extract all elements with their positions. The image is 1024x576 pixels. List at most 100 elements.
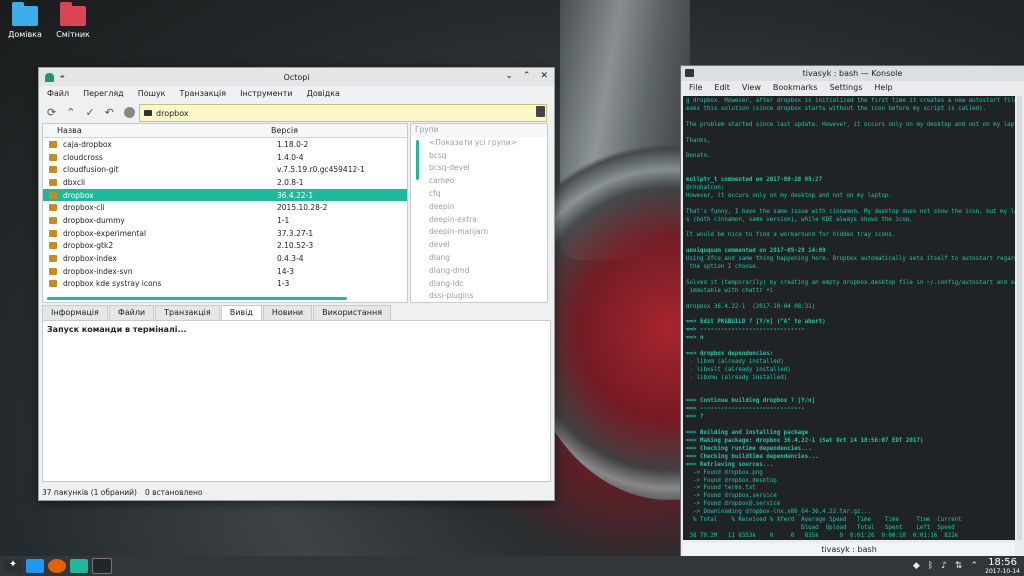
- tab-info[interactable]: Інформація: [42, 305, 108, 320]
- group-item[interactable]: <Показати усі групи>: [411, 137, 547, 150]
- group-item[interactable]: dssi-plugins: [411, 290, 547, 302]
- menu-transaction[interactable]: Транзакція: [180, 89, 227, 98]
- group-item[interactable]: deepin-manjaro: [411, 226, 547, 239]
- table-row[interactable]: dropbox-cli 2015.10.28-2: [43, 201, 407, 214]
- output-pane: Запуск команди в терміналі...: [42, 320, 551, 482]
- groups-scrollbar[interactable]: [416, 140, 419, 180]
- network-icon[interactable]: ⇅: [955, 561, 963, 571]
- terminal-output[interactable]: g dropbox. However, after dropbox is ini…: [683, 96, 1015, 540]
- menu-file[interactable]: Файл: [47, 89, 69, 98]
- menu-tools[interactable]: Інструменти: [240, 89, 293, 98]
- groups-list: Групи <Показати усі групи> bcsq bcsq-dev…: [410, 123, 548, 303]
- group-item[interactable]: deepin-extra: [411, 214, 547, 227]
- table-row[interactable]: dropbox-gtk2 2.10.52-3: [43, 240, 407, 253]
- konsole-titlebar[interactable]: tivasyk : bash — Konsole: [681, 66, 1024, 81]
- menu-file[interactable]: File: [689, 83, 702, 92]
- maximize-icon[interactable]: ⌃: [523, 71, 531, 81]
- terminal-line: ==> Checking buildtime dependencies...: [686, 453, 819, 460]
- terminal-line: 38 70.2M 11 8353k 0 0 835k 0 0:01:26 0:0…: [686, 532, 959, 539]
- octopi-task-icon[interactable]: [70, 559, 88, 573]
- horizontal-scrollbar[interactable]: [47, 297, 347, 300]
- table-row[interactable]: cloudfusion-git v.7.5.19.r0.gc459412-1: [43, 163, 407, 176]
- pin-icon[interactable]: ⌖: [60, 72, 65, 82]
- table-row-selected[interactable]: dropbox 36.4.22-1: [43, 188, 407, 202]
- terminal-line: ==> ------------------------------: [686, 406, 805, 413]
- table-row[interactable]: caja-dropbox 1.18.0-2: [43, 138, 407, 151]
- clock[interactable]: 18:56 2017-10-14: [985, 557, 1020, 575]
- table-row[interactable]: dbxcli 2.0.8-1: [43, 176, 407, 189]
- table-row[interactable]: dropbox-dummy 1-1: [43, 214, 407, 227]
- dolphin-icon[interactable]: [26, 559, 44, 573]
- konsole-task-icon[interactable]: [92, 558, 112, 574]
- clock-time: 18:56: [988, 557, 1017, 568]
- tab-usage[interactable]: Використання: [313, 305, 392, 320]
- menu-view[interactable]: View: [742, 83, 761, 92]
- package-list: Назва Версія caja-dropbox 1.18.0-2 cloudc…: [42, 123, 408, 303]
- group-item[interactable]: bcsq-devel: [411, 162, 547, 175]
- menu-bookmarks[interactable]: Bookmarks: [773, 83, 818, 92]
- menu-help[interactable]: Довідка: [307, 89, 340, 98]
- package-icon: [49, 229, 57, 237]
- status-packages: 37 пакунків (1 обраний): [42, 488, 137, 497]
- group-item[interactable]: dlang: [411, 252, 547, 265]
- terminal-line: immutable with chattr +i: [686, 287, 774, 294]
- terminal-line: Using Xfce and same thing happening here…: [686, 256, 1015, 263]
- group-item[interactable]: cameo: [411, 175, 547, 188]
- column-version[interactable]: Версія: [271, 126, 298, 135]
- tab-news[interactable]: Новини: [262, 305, 313, 320]
- menu-view[interactable]: Перегляд: [83, 89, 124, 98]
- package-icon: [49, 242, 57, 250]
- chevron-up-icon[interactable]: ⌃: [970, 561, 978, 571]
- group-item[interactable]: devel: [411, 239, 547, 252]
- group-item[interactable]: deepin: [411, 201, 547, 214]
- dropbox-tray-icon[interactable]: ◆: [913, 561, 920, 571]
- trash-folder-icon: [60, 2, 86, 26]
- terminal-line: -> Found dropbox.desktop: [686, 477, 777, 484]
- group-item[interactable]: cfq: [411, 188, 547, 201]
- package-icon: [49, 216, 57, 224]
- menu-help[interactable]: Help: [874, 83, 892, 92]
- column-name[interactable]: Назва: [57, 126, 271, 135]
- octopi-app-icon: [45, 72, 54, 82]
- alien-icon[interactable]: [123, 106, 135, 118]
- chevron-up-icon[interactable]: ⌃: [66, 106, 75, 119]
- tab-output[interactable]: Вивід: [220, 305, 262, 320]
- tab-files[interactable]: Файли: [108, 305, 155, 320]
- tab-transaction[interactable]: Транзакція: [155, 305, 220, 320]
- octopi-titlebar[interactable]: ⌖ Octopi ⌄ ⌃ ✕: [39, 68, 554, 86]
- chevron-down-icon[interactable]: ⌄: [505, 71, 513, 81]
- terminal-line: -> Found dropbox.png: [686, 469, 763, 476]
- app-launcher-icon[interactable]: ✦: [4, 559, 22, 573]
- volume-icon[interactable]: ♪: [941, 561, 947, 571]
- clear-search-icon[interactable]: [536, 106, 545, 117]
- terminal-line: s (both cinnamon, same version), while K…: [686, 216, 913, 223]
- menu-edit[interactable]: Edit: [714, 83, 730, 92]
- check-icon[interactable]: ✓: [85, 106, 94, 119]
- konsole-tab[interactable]: tivasyk : bash: [683, 543, 1015, 555]
- table-row[interactable]: dropbox-index 0.4.3-4: [43, 252, 407, 265]
- menu-settings[interactable]: Settings: [830, 83, 863, 92]
- sync-icon[interactable]: ⟳: [47, 106, 56, 119]
- terminal-scrollbar[interactable]: [1017, 96, 1022, 540]
- search-input[interactable]: dropbox: [139, 104, 547, 122]
- desktop-icon-home[interactable]: Домівка: [0, 2, 50, 39]
- group-item[interactable]: dlang-ldc: [411, 278, 547, 291]
- table-row[interactable]: dropbox-index-svn 14-3: [43, 265, 407, 278]
- package-icon: [49, 166, 57, 174]
- table-row[interactable]: dropbox kde systray icons 1-3: [43, 278, 407, 291]
- group-item[interactable]: bcsq: [411, 150, 547, 163]
- group-item[interactable]: dlang-dmd: [411, 265, 547, 278]
- table-row[interactable]: dropbox-experimental 37.3.27-1: [43, 227, 407, 240]
- bluetooth-icon[interactable]: ᛒ: [928, 561, 933, 571]
- close-icon[interactable]: ✕: [540, 71, 548, 81]
- terminal-line: @chohatcon:: [686, 184, 725, 191]
- menu-search[interactable]: Пошук: [138, 89, 166, 98]
- desktop-icon-trash[interactable]: Смітник: [48, 2, 98, 39]
- search-mode-icon[interactable]: [144, 110, 152, 116]
- firefox-icon[interactable]: [48, 559, 66, 573]
- table-row[interactable]: cloudcross 1.4.0-4: [43, 151, 407, 164]
- undo-icon[interactable]: ↶: [105, 106, 114, 119]
- terminal-line: ==> Retrieving sources...: [686, 461, 774, 468]
